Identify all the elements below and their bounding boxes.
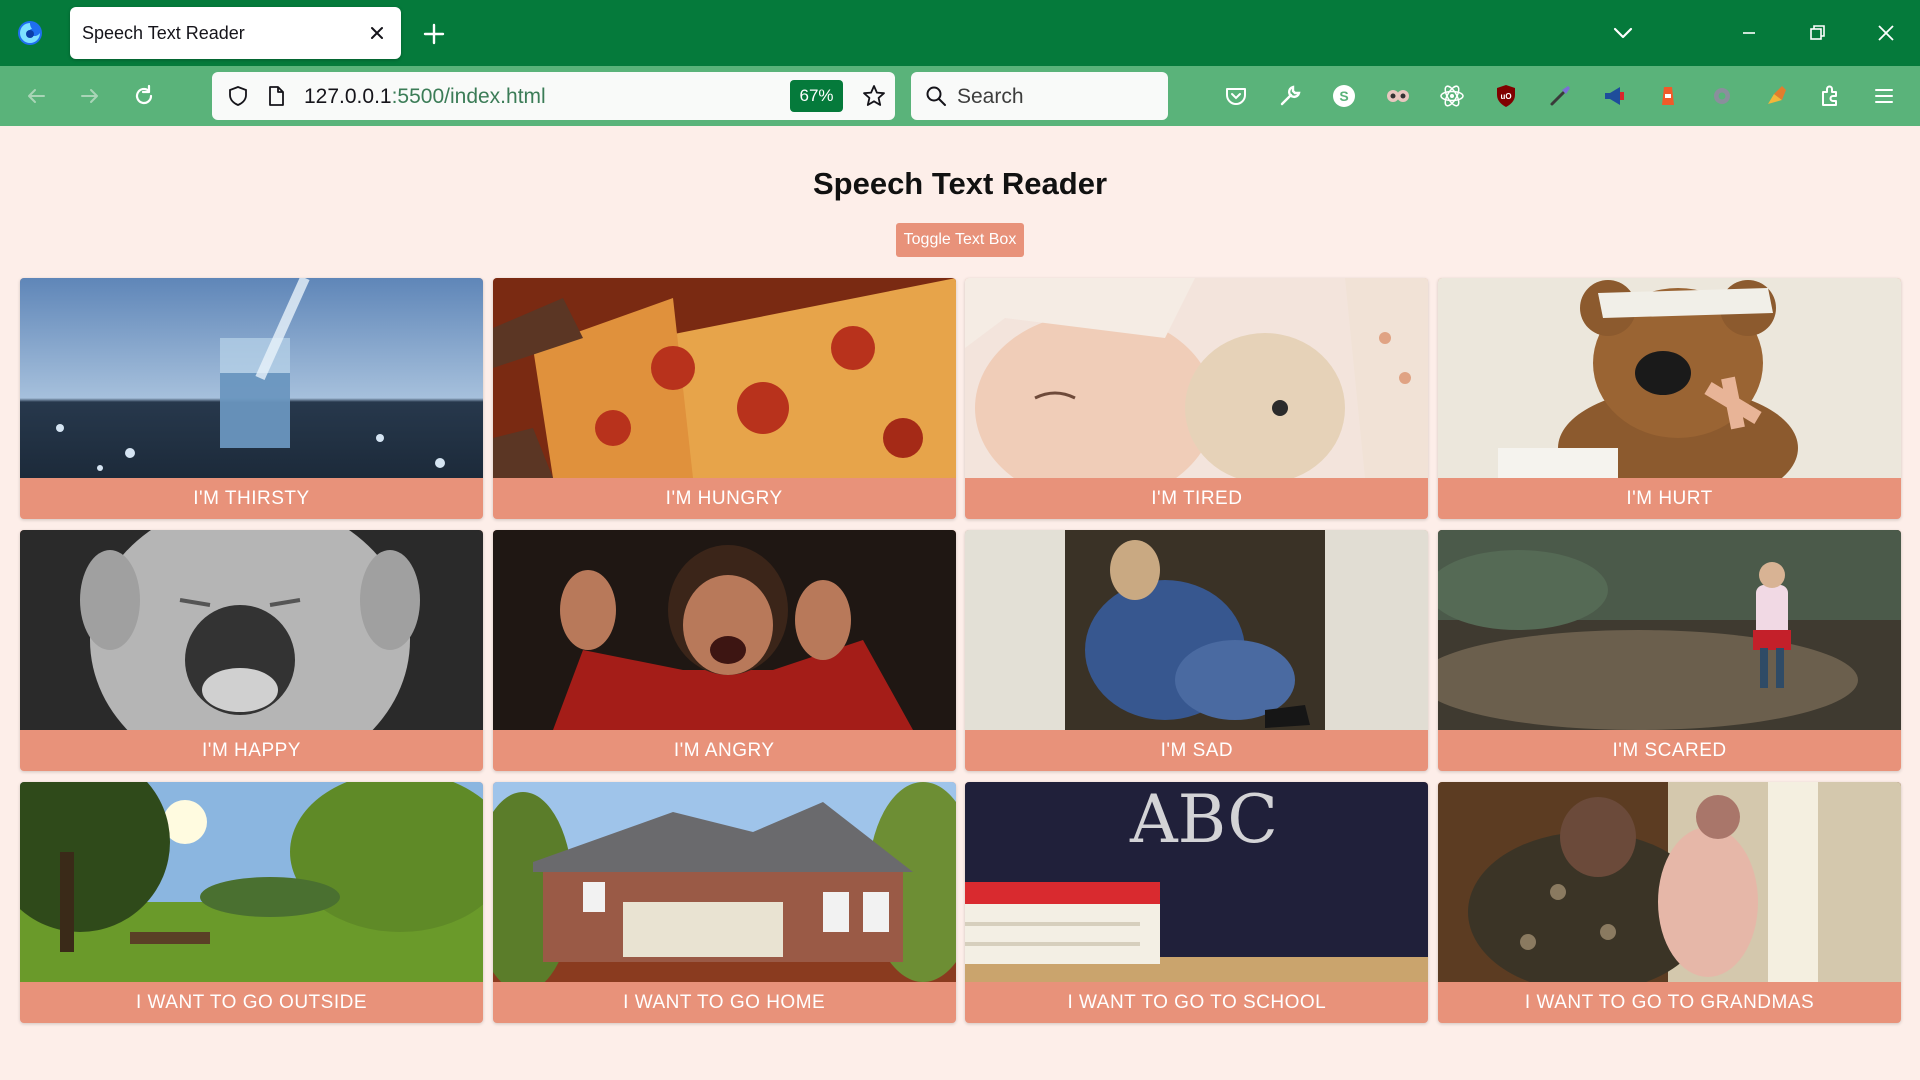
pizza-slice-image xyxy=(492,278,956,478)
card-angry[interactable]: I'm Angry xyxy=(492,530,956,771)
close-window-icon[interactable] xyxy=(1872,19,1900,47)
card-label: I'm Thirsty xyxy=(193,488,310,509)
card-thirsty[interactable]: I'm Thirsty xyxy=(20,278,483,519)
active-tab[interactable]: Speech Text Reader xyxy=(70,7,401,59)
card-go-to-school[interactable]: ABC I Want To Go To School xyxy=(965,782,1429,1023)
search-icon xyxy=(926,86,946,106)
card-tired[interactable]: I'm Tired xyxy=(965,278,1429,519)
paint-extension-icon[interactable] xyxy=(1762,82,1790,110)
angry-child-image xyxy=(492,530,956,730)
restore-icon[interactable] xyxy=(1803,19,1831,47)
card-go-to-grandmas[interactable]: I Want To Go To Grandmas xyxy=(1438,782,1902,1023)
laughing-child-image xyxy=(20,530,483,730)
svg-text:uO: uO xyxy=(1500,92,1511,101)
card-hungry[interactable]: I'm Hungry xyxy=(492,278,956,519)
card-label: I Want To Go To Grandmas xyxy=(1524,992,1815,1013)
grandmother-hug-image xyxy=(1438,782,1902,982)
sad-child-image xyxy=(965,530,1429,730)
gear-extension-icon[interactable] xyxy=(1708,82,1736,110)
child-in-forest-image xyxy=(1438,530,1902,730)
url-text[interactable]: 127.0.0.1:5500/index.html xyxy=(304,85,546,109)
close-tab-icon[interactable] xyxy=(365,21,389,45)
eyedropper-icon[interactable] xyxy=(1546,82,1574,110)
card-label: I Want To Go To School xyxy=(1067,992,1327,1013)
wrench-icon[interactable] xyxy=(1276,82,1304,110)
list-all-tabs-icon[interactable] xyxy=(1610,20,1636,46)
card-scared[interactable]: I'm Scared xyxy=(1438,530,1902,771)
extensions-puzzle-icon[interactable] xyxy=(1816,82,1844,110)
menu-icon[interactable] xyxy=(1870,82,1898,110)
card-go-outside[interactable]: I Want To Go Outside xyxy=(20,782,483,1023)
zoom-level-badge[interactable]: 67% xyxy=(790,80,843,112)
card-label: I'm Scared xyxy=(1612,740,1727,761)
page-icon[interactable] xyxy=(264,84,288,108)
bandaged-teddy-bear-image xyxy=(1438,278,1902,478)
search-bar[interactable]: Search xyxy=(911,72,1168,120)
card-label: I Want To Go Home xyxy=(623,992,826,1013)
react-devtools-icon[interactable] xyxy=(1438,82,1466,110)
svg-text:ABC: ABC xyxy=(1129,782,1278,858)
phrase-card-grid: I'm Thirsty I'm Hungry xyxy=(20,278,1902,1023)
chalkboard-books-image: ABC xyxy=(965,782,1429,982)
ublock-origin-icon[interactable]: uO xyxy=(1492,82,1520,110)
tab-title: Speech Text Reader xyxy=(82,23,245,43)
minimize-icon[interactable] xyxy=(1735,19,1763,47)
owl-extension-icon[interactable] xyxy=(1384,82,1412,110)
forward-arrow-icon[interactable] xyxy=(76,82,104,110)
park-image xyxy=(20,782,483,982)
skype-extension-icon[interactable]: S xyxy=(1330,82,1358,110)
card-hurt[interactable]: I'm Hurt xyxy=(1438,278,1902,519)
card-label: I'm Happy xyxy=(202,740,301,761)
firefox-logo-icon[interactable] xyxy=(16,19,44,47)
reload-icon[interactable] xyxy=(130,82,158,110)
house-image xyxy=(492,782,956,982)
card-happy[interactable]: I'm Happy xyxy=(20,530,483,771)
card-label: I'm Hungry xyxy=(665,488,783,509)
card-go-home[interactable]: I Want To Go Home xyxy=(492,782,956,1023)
card-label: I'm Angry xyxy=(673,740,775,761)
megaphone-extension-icon[interactable] xyxy=(1600,82,1628,110)
search-placeholder: Search xyxy=(957,85,1024,108)
card-label: I'm Sad xyxy=(1160,740,1234,761)
card-label: I'm Tired xyxy=(1151,488,1243,509)
card-label: I'm Hurt xyxy=(1626,488,1713,509)
toggle-text-box-button[interactable]: Toggle Text Box xyxy=(896,223,1024,257)
address-bar[interactable]: 127.0.0.1:5500/index.html 67% xyxy=(212,72,895,120)
pocket-icon[interactable] xyxy=(1222,82,1250,110)
bookmark-star-icon[interactable] xyxy=(861,83,887,109)
shield-icon[interactable] xyxy=(226,84,250,108)
svg-text:S: S xyxy=(1339,88,1348,104)
page-title: Speech Text Reader xyxy=(812,166,1108,201)
new-tab-icon[interactable] xyxy=(420,20,448,48)
card-label: I Want To Go Outside xyxy=(136,992,367,1013)
orange-extension-icon[interactable] xyxy=(1654,82,1682,110)
back-arrow-icon[interactable] xyxy=(22,82,50,110)
navigation-toolbar: 127.0.0.1:5500/index.html 67% Search S u… xyxy=(0,66,1920,126)
glass-of-water-image xyxy=(20,278,483,478)
tab-bar: Speech Text Reader xyxy=(0,0,1920,66)
sleeping-child-image xyxy=(965,278,1429,478)
card-sad[interactable]: I'm Sad xyxy=(965,530,1429,771)
